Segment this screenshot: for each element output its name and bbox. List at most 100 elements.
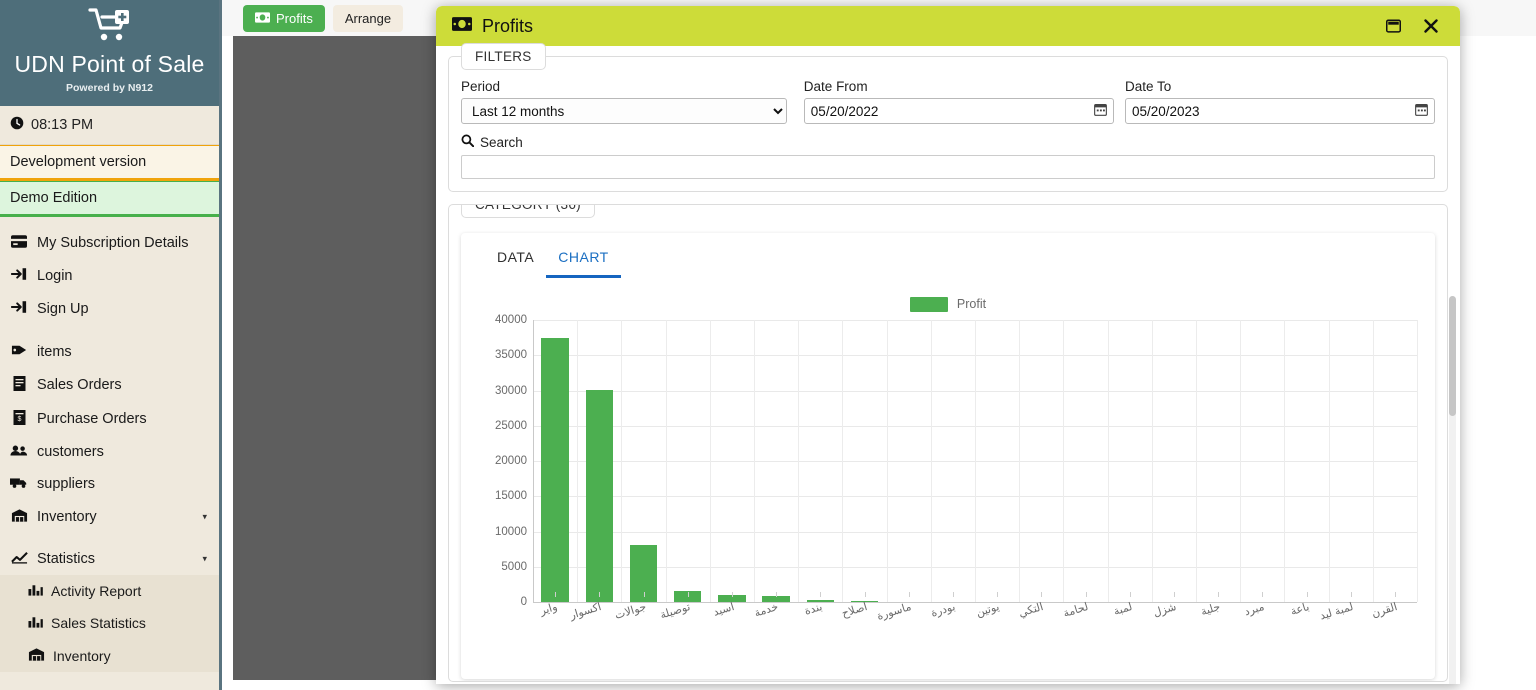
sidebar-divider-gap-2 (0, 533, 219, 543)
sidebar-item-sales-orders[interactable]: Sales Orders (0, 368, 219, 402)
bar-cell (533, 320, 579, 602)
bar[interactable] (541, 337, 569, 602)
sidebar-item-label: My Subscription Details (37, 235, 189, 251)
x-tick-cell: التكي (1018, 592, 1063, 652)
date-from-input[interactable] (803, 98, 1114, 124)
tab-data[interactable]: DATA (485, 241, 546, 278)
x-tick-cell: توصيلة (658, 592, 710, 652)
chart-bars (533, 320, 1419, 602)
date-to-field: Date To (1125, 79, 1435, 124)
svg-text:$: $ (17, 416, 21, 423)
chevron-down-icon[interactable]: ▾ (202, 511, 207, 522)
chevron-down-icon[interactable]: ▾ (202, 554, 207, 565)
sidebar-item-label: Purchase Orders (37, 411, 147, 427)
sidebar-item-items[interactable]: items (0, 335, 219, 368)
x-tick-cell: ماسورة (875, 592, 931, 652)
sidebar-item-my-subscription-details[interactable]: My Subscription Details (0, 227, 219, 259)
close-window-icon[interactable] (1412, 9, 1450, 43)
sidebar-brand: UDN Point of Sale Powered by N912 (0, 0, 219, 106)
category-tabs: DATA CHART (461, 233, 1435, 278)
tab-arrange[interactable]: Arrange (332, 5, 404, 32)
scrollbar-thumb[interactable] (1449, 296, 1456, 416)
x-tick (1262, 592, 1264, 597)
bar-cell (754, 320, 800, 602)
sidebar-item-activity-report[interactable]: Activity Report (0, 575, 219, 607)
search-icon (461, 134, 475, 150)
x-tick (687, 592, 689, 597)
sidebar-item-sales-statistics[interactable]: Sales Statistics (0, 607, 219, 639)
profit-bar-chart: Profit 0 5000 10000 15000 20000 25000 30000 350… (471, 292, 1425, 662)
sidebar-item-label: Inventory (37, 508, 97, 525)
bar-cell (931, 320, 977, 602)
bar-chart-icon (28, 615, 43, 631)
calendar-icon[interactable] (1415, 103, 1428, 119)
bar-cell (1063, 320, 1109, 602)
vertical-gridline (1417, 320, 1419, 602)
bar-cell (1108, 320, 1153, 602)
chart-plot-area: 0 5000 10000 15000 20000 25000 30000 35000 40000 (495, 314, 1419, 610)
x-axis-tick: يوتين (974, 600, 1001, 620)
sidebar-item-statistics[interactable]: Statistics ▾ (0, 543, 219, 575)
tab-chart[interactable]: CHART (546, 241, 621, 278)
x-tick (908, 592, 910, 597)
y-axis-tick: 0 (520, 596, 527, 608)
clock-icon (10, 116, 24, 134)
sidebar-item-inventory[interactable]: Inventory ▾ (0, 500, 219, 533)
sidebar-item-customers[interactable]: customers (0, 436, 219, 468)
search-input[interactable] (461, 155, 1435, 179)
bar-cell (577, 320, 623, 602)
sidebar-item-label: Sign Up (37, 300, 89, 317)
sidebar-nav: My Subscription Details Login Sign Up it… (0, 217, 219, 672)
x-axis-tick: اسيد (711, 600, 736, 619)
y-axis-tick: 20000 (495, 455, 527, 467)
x-axis-tick: جلية (1199, 600, 1222, 619)
category-legend: CATEGORY (36) (461, 205, 595, 218)
x-axis-tick: القرن (1370, 600, 1399, 621)
restore-window-icon[interactable] (1374, 9, 1412, 43)
y-axis-tick: 10000 (495, 525, 527, 538)
window-title: Profits (482, 15, 534, 36)
sidebar-item-inventory-sub[interactable]: Inventory (0, 639, 219, 672)
signup-icon (10, 300, 28, 317)
x-tick (1129, 592, 1131, 597)
calendar-icon[interactable] (1093, 103, 1107, 119)
x-axis-tick: خدمة (753, 600, 780, 620)
sidebar-item-label: customers (37, 444, 104, 460)
window-content: FILTERS Period Last 12 months Date From (436, 43, 1460, 684)
bar-cell (1152, 320, 1198, 602)
sidebar-submenu-statistics: Activity Report Sales Statistics Invento… (0, 575, 219, 672)
category-card: DATA CHART Profit 0 5000 10000 15000 20000 25… (461, 233, 1435, 679)
y-axis-tick: 30000 (495, 384, 527, 397)
y-axis-labels: 0 5000 10000 15000 20000 25000 30000 35000 40000 (473, 314, 527, 608)
customers-icon (10, 444, 28, 460)
sidebar-item-sign-up[interactable]: Sign Up (0, 292, 219, 325)
x-tick (1041, 592, 1043, 597)
x-tick (997, 592, 999, 597)
tab-profits[interactable]: Profits (243, 5, 325, 32)
sidebar-item-login[interactable]: Login (0, 259, 219, 292)
window-scrollbar[interactable] (1449, 296, 1456, 684)
x-axis-tick: اصلاح (839, 600, 869, 621)
sidebar-item-purchase-orders[interactable]: $ Purchase Orders (0, 402, 219, 436)
bar[interactable] (585, 389, 613, 602)
truck-icon (10, 476, 28, 492)
sidebar-item-label: suppliers (37, 476, 96, 492)
x-tick-cell: اكسوار (569, 592, 621, 652)
window-tabs: Profits Arrange (243, 5, 404, 32)
bar-cell (798, 320, 844, 602)
x-axis-labels: واير اكسوار جوالات توصيلة اسيد خدمة بندة اصلاح م… (533, 592, 1417, 652)
x-tick (1306, 592, 1308, 597)
date-to-input[interactable] (1125, 98, 1435, 124)
sidebar-item-label: Statistics (37, 551, 96, 567)
period-select[interactable]: Last 12 months (461, 98, 787, 124)
filters-row: Period Last 12 months Date From 05/20/20… (461, 73, 1435, 124)
x-tick-cell: جوالات (613, 592, 665, 652)
x-tick (952, 592, 954, 597)
search-label-row: Search (461, 134, 1435, 150)
x-tick-cell: خدمة (753, 592, 798, 652)
window-titlebar: Profits (436, 6, 1460, 46)
sidebar-item-suppliers[interactable]: suppliers (0, 468, 219, 500)
x-tick (1394, 592, 1396, 597)
sidebar-item-label: items (37, 343, 72, 360)
x-tick (820, 592, 822, 597)
